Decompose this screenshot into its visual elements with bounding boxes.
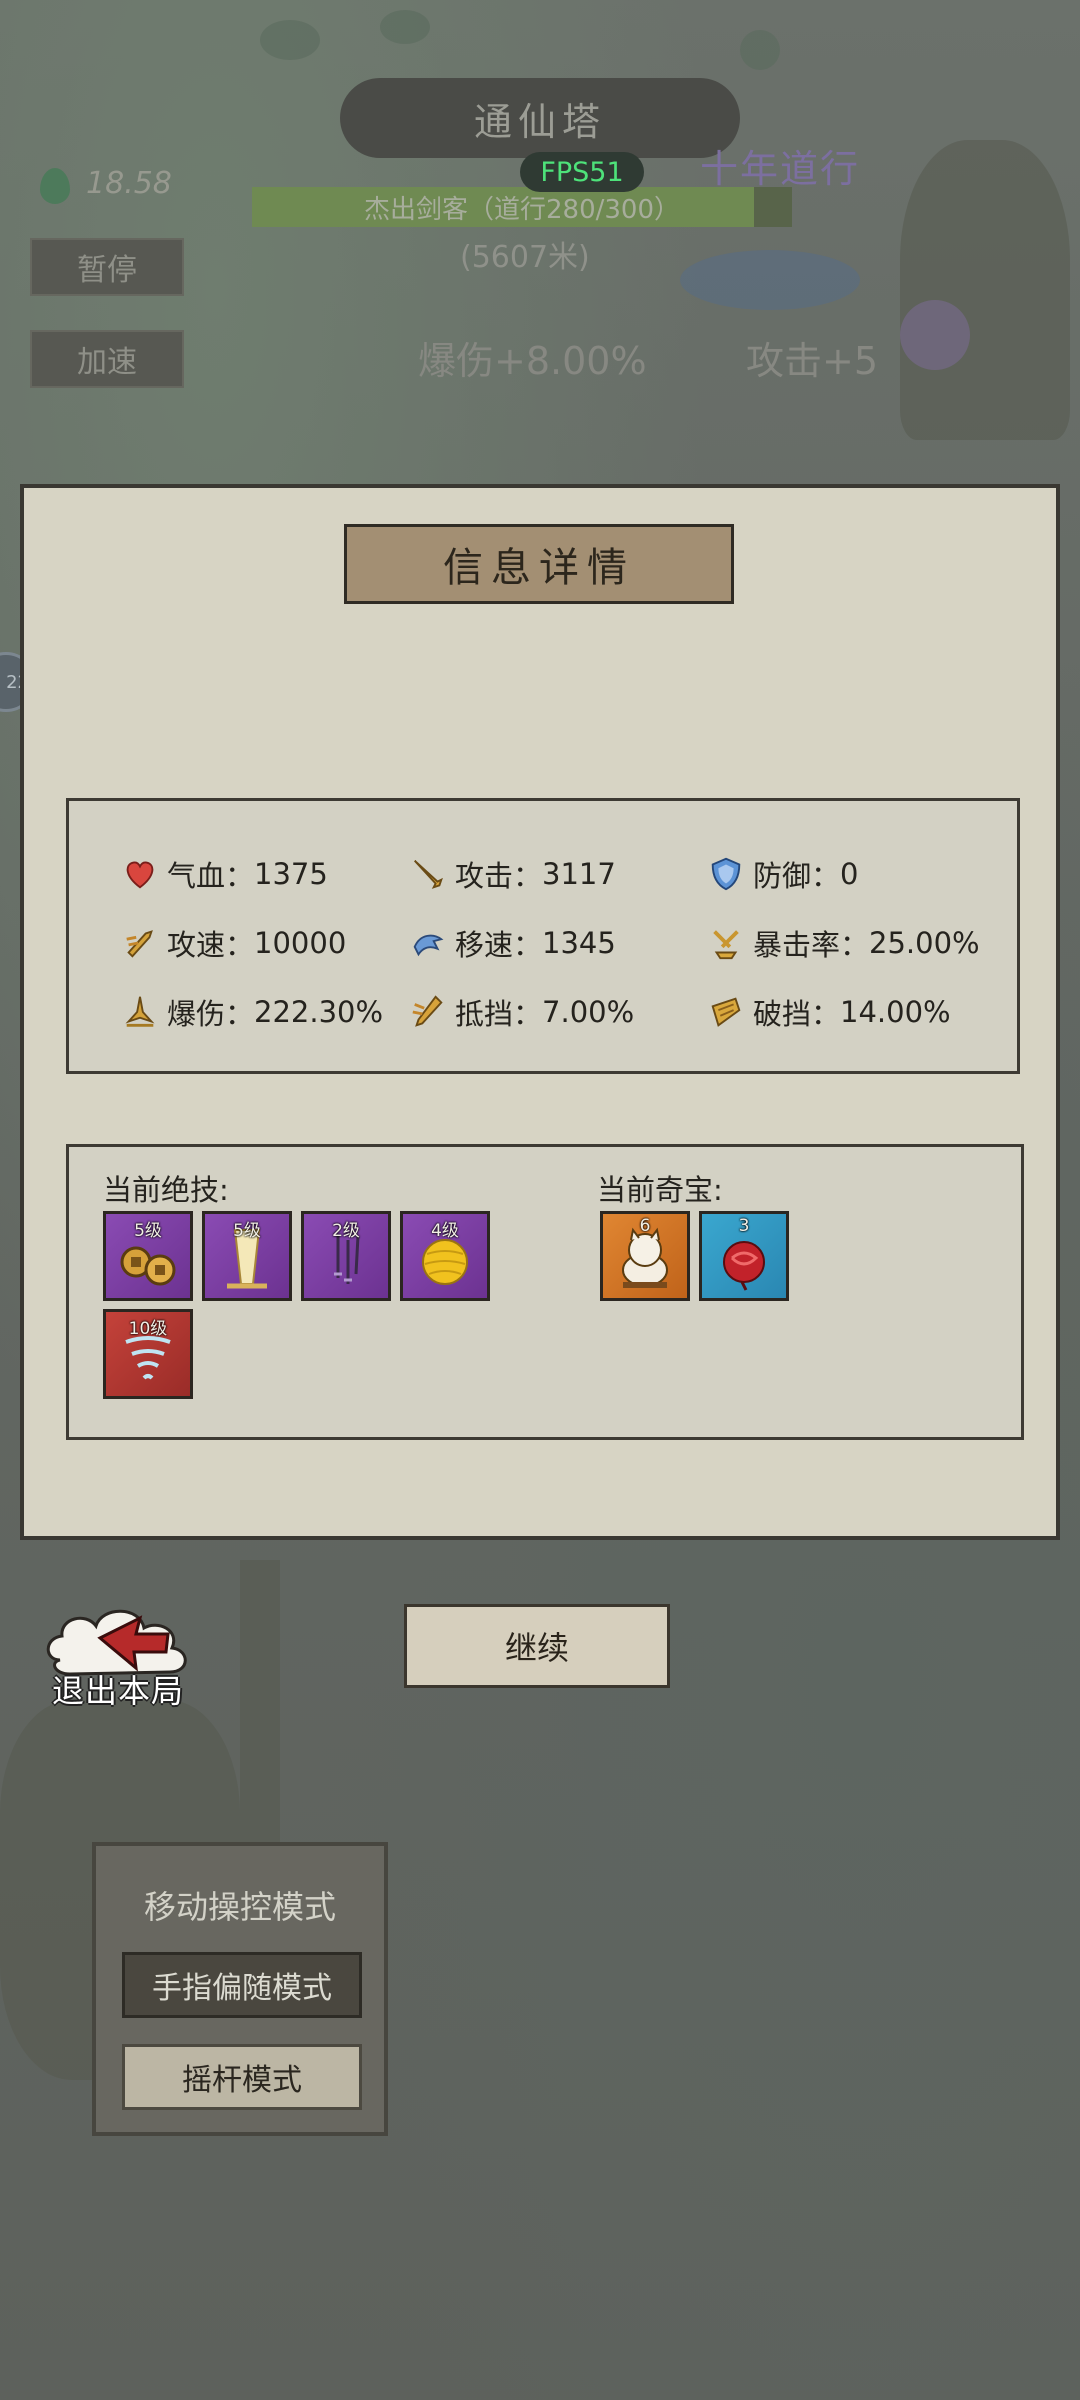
fps-counter: FPS51: [520, 152, 644, 192]
stat-colon: ：: [811, 859, 841, 893]
stat-crit-rate: 暴击率： 25.00%: [707, 922, 980, 964]
stat-crit-damage: 爆伤： 222.30%: [121, 991, 383, 1033]
dialog-title: 信息详情: [344, 524, 734, 604]
stat-value: 1345: [542, 926, 616, 960]
skill-level: 5级: [233, 1221, 261, 1241]
skill-level: 10级: [128, 1319, 168, 1339]
stat-move-speed: 移速： 1345: [409, 922, 616, 964]
gem-count: 18.58: [86, 166, 172, 201]
stat-label: 攻速: [167, 928, 226, 962]
leaf-decoration: [740, 30, 780, 70]
stat-colon: ：: [513, 859, 543, 893]
stage-title: 通仙塔: [340, 78, 740, 158]
cultivation-years-label: 十年道行: [700, 147, 861, 191]
stat-colon: ：: [811, 997, 841, 1031]
pillar-decoration: [240, 1560, 280, 1860]
purple-orb-decoration: [900, 300, 970, 370]
jade-gem-icon: [40, 168, 70, 204]
treasure-tile[interactable]: 6: [600, 1211, 690, 1301]
attack-speed-icon: [126, 930, 153, 958]
stat-label: 爆伤: [167, 997, 226, 1031]
stat-value: 1375: [254, 857, 328, 891]
control-mode-panel: 移动操控模式 手指偏随模式 摇杆模式: [92, 1842, 388, 2136]
stat-attack-speed: 攻速： 10000: [121, 922, 346, 964]
block-icon: [412, 995, 443, 1027]
move-speed-icon: [413, 934, 444, 957]
stat-value: 222.30%: [254, 995, 384, 1029]
stat-value: 10000: [254, 926, 347, 960]
stat-colon: ：: [513, 997, 543, 1031]
info-dialog: 信息详情 气血： 1375 攻击： 3117 防御： 0 攻速： 10000 移速： 13…: [20, 484, 1060, 1540]
skills-label: 当前绝技:: [103, 1173, 229, 1207]
stat-pierce: 破挡： 14.00%: [707, 991, 951, 1033]
speedup-button[interactable]: 加速: [30, 330, 184, 388]
continue-button[interactable]: 继续: [404, 1604, 670, 1688]
stat-value: 3117: [542, 857, 616, 891]
stat-colon: ：: [225, 997, 255, 1031]
stat-colon: ：: [513, 928, 543, 962]
control-mode-title: 移动操控模式: [143, 1888, 336, 1926]
skill-level: 2级: [332, 1221, 360, 1241]
distance-readout: (5607米): [460, 240, 590, 275]
buff-attack: 攻击+5: [746, 339, 879, 383]
skills-treasures-panel: 当前绝技: 当前奇宝: 5级 5级 2级 4级 10级 6 3: [66, 1144, 1024, 1440]
stat-colon: ：: [225, 928, 255, 962]
shield-icon: [711, 857, 741, 891]
stat-label: 暴击率: [753, 928, 841, 962]
stats-panel: 气血： 1375 攻击： 3117 防御： 0 攻速： 10000 移速： 1345 暴击…: [66, 798, 1020, 1074]
crit-rate-icon: [713, 930, 739, 960]
skill-tile[interactable]: 5级: [103, 1211, 193, 1301]
finger-follow-mode-button[interactable]: 手指偏随模式: [122, 1952, 362, 2018]
skill-tile[interactable]: 10级: [103, 1309, 193, 1399]
heart-icon: [126, 861, 154, 889]
stat-attack: 攻击： 3117: [409, 853, 616, 895]
stat-label: 抵挡: [455, 997, 514, 1031]
leaf-decoration: [380, 10, 430, 44]
treasures-label: 当前奇宝:: [597, 1173, 723, 1207]
skill-level: 5级: [134, 1221, 162, 1241]
stat-hp: 气血： 1375: [121, 853, 328, 895]
stat-colon: ：: [840, 928, 870, 962]
stat-defense: 防御： 0: [707, 853, 858, 895]
leaf-decoration: [260, 20, 320, 60]
stat-label: 攻击: [455, 859, 514, 893]
stat-block: 抵挡： 7.00%: [409, 991, 634, 1033]
stat-label: 破挡: [753, 997, 812, 1031]
joystick-mode-button[interactable]: 摇杆模式: [122, 2044, 362, 2110]
treasure-level: 6: [639, 1216, 651, 1236]
water-decoration: [680, 250, 860, 310]
stat-label: 移速: [455, 928, 514, 962]
crit-damage-icon: [125, 996, 155, 1027]
stat-value: 0: [840, 857, 859, 891]
treasure-level: 3: [738, 1216, 750, 1236]
treasure-tile[interactable]: 3: [699, 1211, 789, 1301]
buff-crit-damage: 爆伤+8.00%: [418, 339, 647, 383]
tree-decoration: [900, 140, 1070, 440]
stat-value: 25.00%: [869, 926, 980, 960]
stat-label: 防御: [753, 859, 812, 893]
pierce-icon: [711, 997, 741, 1027]
stat-value: 7.00%: [542, 995, 635, 1029]
sword-icon: [413, 859, 443, 889]
stat-value: 14.00%: [840, 995, 951, 1029]
skill-tile[interactable]: 4级: [400, 1211, 490, 1301]
stat-label: 气血: [167, 859, 226, 893]
stat-colon: ：: [225, 859, 255, 893]
cultivation-progress-bar: 杰出剑客（道行280/300）: [252, 187, 792, 227]
pause-button[interactable]: 暂停: [30, 238, 184, 296]
skill-tile[interactable]: 2级: [301, 1211, 391, 1301]
skill-level: 4级: [431, 1221, 459, 1241]
exit-game-label[interactable]: 退出本局: [52, 1666, 184, 1712]
player-title: 杰出剑客（道行280/300）: [363, 194, 680, 225]
skill-tile[interactable]: 5级: [202, 1211, 292, 1301]
